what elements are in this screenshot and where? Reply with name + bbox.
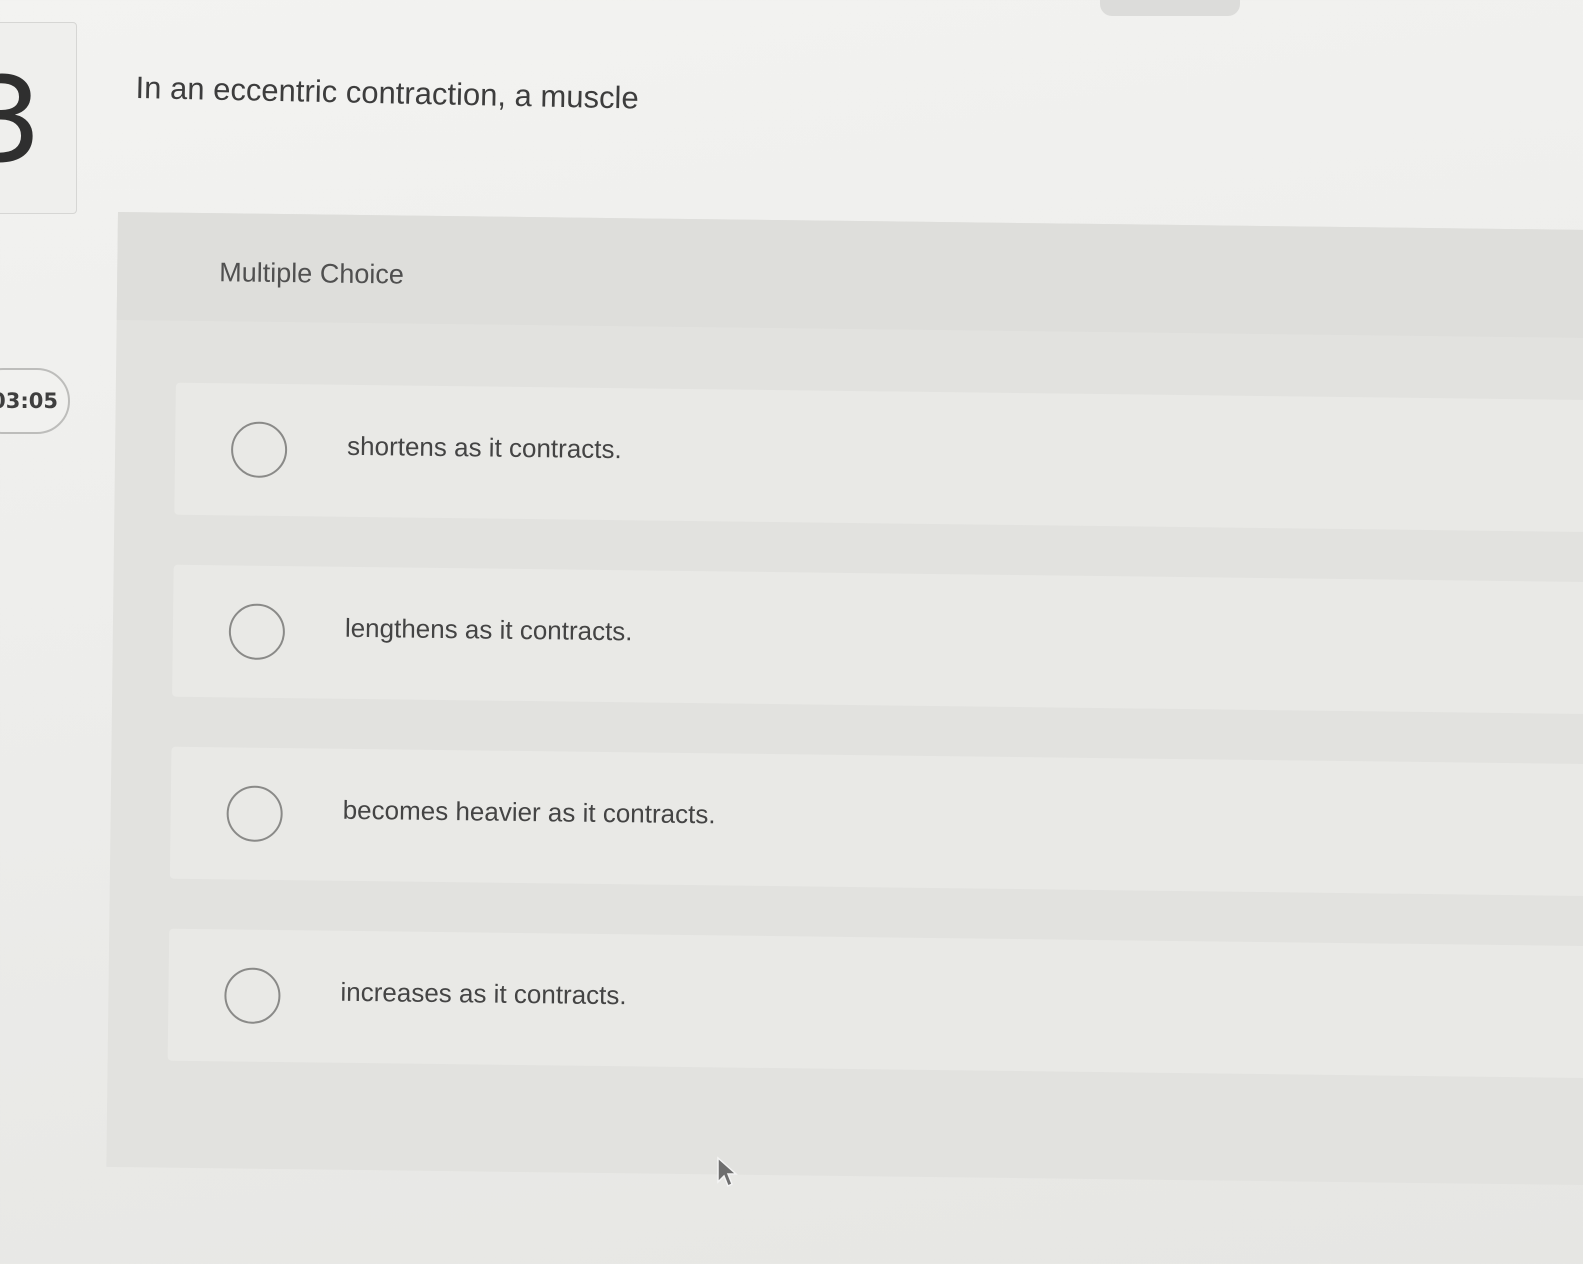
question-number-panel: 3 — [0, 22, 77, 214]
top-tab[interactable] — [1100, 0, 1240, 16]
radio-button-icon[interactable] — [224, 967, 281, 1025]
answer-option[interactable]: lengthens as it contracts. — [172, 564, 1583, 715]
timer-badge: 03:05 — [0, 368, 70, 434]
answer-option-label: shortens as it contracts. — [346, 430, 622, 465]
radio-button-icon[interactable] — [226, 785, 283, 843]
panel-header: Multiple Choice — [116, 212, 1583, 339]
answer-option-label: lengthens as it contracts. — [344, 612, 633, 647]
answer-option[interactable]: becomes heavier as it contracts. — [169, 746, 1583, 897]
mouse-pointer-icon — [717, 1156, 738, 1188]
answer-panel: Multiple Choice shortens as it contracts… — [106, 212, 1583, 1186]
question-number: 3 — [0, 61, 42, 179]
question-type-label: Multiple Choice — [219, 257, 405, 290]
answer-option-label: increases as it contracts. — [340, 976, 627, 1011]
radio-button-icon[interactable] — [228, 603, 286, 661]
answer-option[interactable]: shortens as it contracts. — [174, 382, 1583, 533]
question-prompt: In an eccentric contraction, a muscle — [135, 70, 640, 116]
answer-option-label: becomes heavier as it contracts. — [342, 794, 716, 830]
radio-button-icon[interactable] — [230, 421, 288, 479]
answer-option[interactable]: increases as it contracts. — [167, 928, 1583, 1079]
